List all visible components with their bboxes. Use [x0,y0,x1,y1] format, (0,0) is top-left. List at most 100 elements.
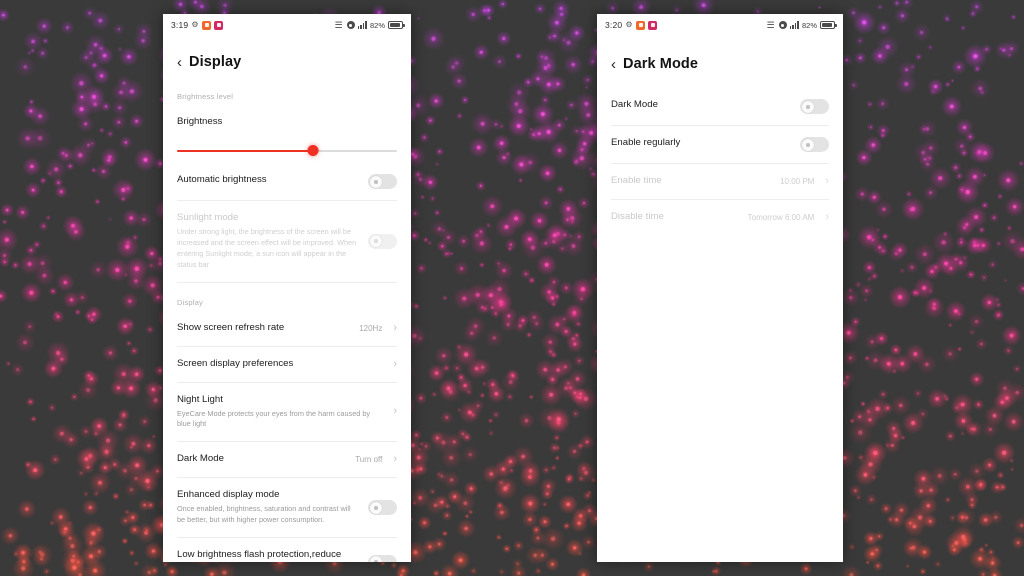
status-bar-left: 3:20 ⚙ [605,20,658,30]
toggle-knob [369,556,382,562]
row-desc-night-light: EyeCare Mode protects your eyes from the… [177,408,371,429]
section-header-display: Display [177,297,203,307]
row-content: Enhanced display mode Once enabled, brigh… [177,489,360,526]
row-title-enable-time: Enable time [611,175,662,186]
display-settings-list: Show screen refresh rate 120Hz › Screen dis… [163,311,411,562]
row-title-dark-mode: Dark Mode [177,453,224,465]
toggle-knob [801,100,814,113]
row-title-low-brightness-flash-protection-reduce-damage-: Low brightness flash protection,reduce d… [177,549,342,561]
chevron-right-icon: › [393,405,397,418]
row-content: Dark Mode [611,99,792,112]
row-value-enable-time: 10:00 PM [780,176,815,186]
row-disable-time[interactable]: Disable time Tomorrow 6:00 AM › [597,200,843,235]
chevron-right-icon: › [393,321,397,334]
toggle-knob [369,501,382,514]
row-content: Enable regularly [611,137,792,150]
row-title-automatic-brightness: Automatic brightness [177,174,267,185]
app-icon-pink [648,20,658,30]
row-brightness: Brightness [163,105,411,139]
status-time: 3:19 [171,20,189,30]
status-bar: 3:20 ⚙ ☰ 82% [597,14,843,36]
toggle-knob [369,175,382,188]
row-title-show-screen-refresh-rate: Show screen refresh rate [177,321,285,333]
toggle-enhanced-display-mode[interactable] [368,500,397,516]
row-title-brightness: Brightness [177,116,223,127]
app-icon-pink [214,20,224,30]
wallpaper-background [0,0,1024,576]
status-bar-right: ☰ 82% [766,20,837,30]
toggle-dark-mode[interactable] [800,99,829,114]
toggle-sunlight-mode[interactable] [368,233,397,249]
back-button[interactable]: ‹ [611,57,616,72]
toggle-enable-regularly[interactable] [800,137,829,152]
row-title-disable-time: Disable time [611,210,664,222]
row-content: Enable time [611,175,772,188]
row-title-dark-mode: Dark Mode [611,99,658,110]
battery-percent-label: 82% [369,20,385,30]
status-bar: 3:19 ⚙ ☰ 82% [163,14,411,36]
brightness-slider[interactable] [163,139,411,163]
row-title-screen-display-preferences: Screen display preferences [177,357,294,369]
row-screen-display-preferences[interactable]: Screen display preferences › [163,347,411,382]
row-enhanced-display-mode[interactable]: Enhanced display mode Once enabled, brigh… [163,478,411,537]
chevron-right-icon: › [825,210,829,223]
screenshot-stage: 3:19 ⚙ ☰ 82% ‹ Display Brightness level … [0,0,1024,576]
toggle-automatic-brightness[interactable] [368,174,397,189]
section-header-brightness-level: Brightness level [177,92,234,101]
wifi-icon: ☰ [766,20,775,30]
row-title-enhanced-display-mode: Enhanced display mode [177,489,280,501]
row-title-sunlight-mode: Sunlight mode [177,212,239,223]
chevron-right-icon: › [393,357,397,370]
row-night-light[interactable]: Night Light EyeCare Mode protects your ey… [163,383,411,442]
row-dark-mode[interactable]: Dark Mode [597,88,843,125]
row-title-enable-regularly: Enable regularly [611,137,681,148]
dark-mode-settings-list: Dark Mode Enable regularly Enable time 10:0… [597,88,843,235]
row-automatic-brightness[interactable]: Automatic brightness [163,163,411,200]
back-button[interactable]: ‹ [177,55,182,70]
settings-gear-icon: ⚙ [625,20,633,29]
row-show-screen-refresh-rate[interactable]: Show screen refresh rate 120Hz › [163,311,411,346]
signal-icon [357,21,367,29]
page-title: Dark Mode [623,56,699,72]
phone-screenshot-display: 3:19 ⚙ ☰ 82% ‹ Display Brightness level … [163,14,411,562]
toggle-knob [801,138,814,151]
status-time: 3:20 [605,20,623,30]
signal-icon [789,21,799,29]
row-enable-regularly[interactable]: Enable regularly [597,126,843,163]
battery-icon [820,21,837,29]
row-sunlight-mode[interactable]: Sunlight mode Under strong light, the br… [163,201,411,282]
chevron-right-icon: › [393,453,397,466]
row-enable-time[interactable]: Enable time 10:00 PM › [597,164,843,199]
app-icon-amber [202,20,212,30]
settings-gear-icon: ⚙ [191,20,199,29]
battery-icon [388,21,405,29]
toggle-knob [369,235,382,248]
location-icon [778,21,787,29]
row-dark-mode[interactable]: Dark Mode Turn off › [163,442,411,477]
wallpaper-particles [0,0,1024,576]
row-low-brightness-flash-protection-reduce-damage-[interactable]: Low brightness flash protection,reduce d… [163,538,411,562]
battery-percent-label: 82% [801,20,817,30]
page-header: ‹ Display [163,36,411,86]
row-value-dark-mode: Turn off [355,455,383,465]
row-content: Night Light EyeCare Mode protects your ey… [177,394,382,431]
row-content: Dark Mode [177,453,347,466]
phone-screenshot-dark-mode: 3:20 ⚙ ☰ 82% ‹ Dark Mode Dark Mode Enable… [597,14,843,562]
row-value-show-screen-refresh-rate: 120Hz [359,323,383,333]
brightness-slider-fill [177,150,314,152]
status-bar-right: ☰ 82% [335,20,405,30]
row-desc-sunlight-mode: Under strong light, the brightness of th… [177,226,357,269]
brightness-slider-thumb[interactable] [307,145,319,156]
row-content: Low brightness flash protection,reduce d… [177,549,360,562]
row-title-night-light: Night Light [177,393,223,405]
status-bar-left: 3:19 ⚙ [171,20,224,30]
page-header: ‹ Dark Mode [597,36,843,88]
page-title: Display [189,54,242,70]
toggle-low-brightness-flash-protection-reduce-damage-[interactable] [368,554,397,562]
row-content: Show screen refresh rate [177,322,351,335]
row-content: Disable time [611,211,740,224]
location-icon [346,21,355,29]
row-desc-enhanced-display-mode: Once enabled, brightness, saturation and… [177,504,351,525]
row-value-disable-time: Tomorrow 6:00 AM [747,212,815,222]
